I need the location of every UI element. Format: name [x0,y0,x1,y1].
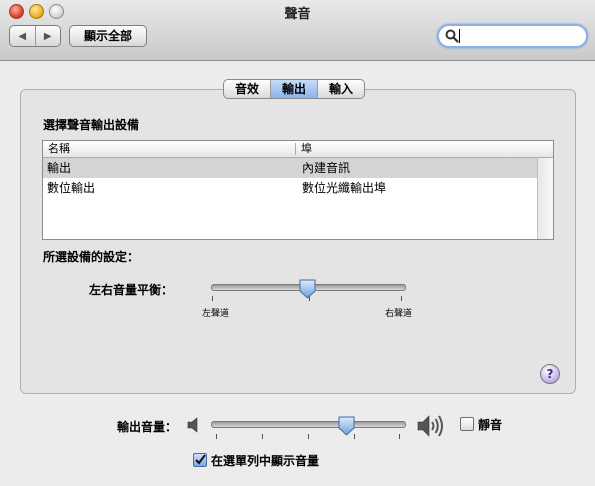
balance-tick [401,296,402,301]
volume-slider-thumb[interactable] [338,416,355,436]
output-device-table[interactable]: 名稱 埠 輸出 內建音訊 數位輸出 數位光纖輸出埠 [42,140,554,240]
tab-input[interactable]: 輸入 [318,80,364,98]
balance-label: 左右音量平衡： [89,283,174,297]
show-volume-in-menubar-checkbox[interactable] [193,453,207,467]
speaker-high-icon [417,415,443,437]
output-section-title: 選擇聲音輸出設備 [43,118,140,132]
forward-arrow-icon: ▶ [43,30,52,42]
device-settings-title: 所選設備的設定： [43,250,140,264]
mute-checkbox[interactable] [460,417,474,431]
output-volume-label: 輸出音量： [117,420,178,434]
checkmark-icon [195,454,206,465]
device-name: 輸出 [47,161,72,175]
device-name: 數位輸出 [47,181,96,195]
search-field[interactable] [437,24,588,48]
volume-tick [308,434,309,439]
help-button[interactable]: ? [540,364,560,384]
window-title: 聲音 [284,7,311,22]
output-tab-panel [20,89,576,394]
search-input[interactable] [461,27,580,45]
search-icon [445,29,459,43]
back-button[interactable]: ◀ [10,26,36,46]
balance-left-label: 左聲道 [202,309,230,319]
balance-slider-thumb[interactable] [299,279,316,299]
tab-sound-effects[interactable]: 音效 [224,80,272,98]
column-header-port[interactable]: 埠 [301,141,312,157]
forward-button[interactable]: ▶ [36,26,61,46]
column-header-name[interactable]: 名稱 [48,141,70,157]
volume-tick [262,434,263,439]
back-forward-control: ◀ ▶ [9,25,61,47]
window-titlebar: 聲音 ◀ ▶ 顯示全部 [0,0,595,61]
column-divider [295,143,296,155]
show-volume-in-menubar-label[interactable]: 在選單列中顯示音量 [211,452,319,469]
device-port: 數位光纖輸出埠 [302,181,387,195]
back-arrow-icon: ◀ [18,30,27,42]
balance-right-label: 右聲道 [385,309,413,319]
speaker-low-icon [187,417,198,433]
table-header: 名稱 埠 [43,141,553,158]
show-all-button[interactable]: 顯示全部 [69,25,147,47]
text-caret [459,29,460,43]
balance-tick [212,296,213,301]
tab-bar: 音效 輸出 輸入 [223,79,366,99]
volume-slider-track[interactable] [211,421,406,428]
table-scrollbar[interactable] [537,158,553,239]
mute-label[interactable]: 靜音 [478,416,502,433]
volume-tick [399,434,400,439]
volume-tick [216,434,217,439]
table-row[interactable]: 輸出 內建音訊 [43,158,538,178]
device-port: 內建音訊 [302,161,351,175]
table-row[interactable]: 數位輸出 數位光纖輸出埠 [43,178,538,198]
tab-output[interactable]: 輸出 [271,80,319,98]
